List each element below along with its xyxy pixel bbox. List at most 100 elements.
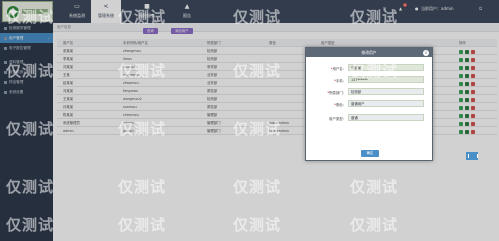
close-icon[interactable]: × xyxy=(423,49,429,56)
menu-icon xyxy=(4,60,7,64)
table-cell: superadmin xyxy=(269,129,290,133)
logout-icon[interactable]: ⏻ xyxy=(479,6,482,11)
view-icon[interactable] xyxy=(459,114,463,118)
notification-icon[interactable]: ✉ xyxy=(383,6,386,11)
current-user[interactable]: 当前用户：admin xyxy=(421,6,454,12)
edit-icon[interactable] xyxy=(465,90,469,94)
nav-report[interactable]: ▲ 报告 xyxy=(172,0,202,23)
view-icon[interactable] xyxy=(459,82,463,86)
table-cell: 系统管理员 xyxy=(63,121,80,125)
table-cell: superadmin xyxy=(269,121,290,125)
table-cell: 孙某某 xyxy=(63,105,74,109)
column-header: 手机号码/用户名 xyxy=(123,41,148,45)
menu-icon xyxy=(4,80,7,84)
phone-field[interactable]: 137****** xyxy=(348,76,424,83)
user-type-select[interactable]: 普通 xyxy=(348,114,424,121)
table-cell: 质检部 xyxy=(207,105,218,109)
table-cell: wangmou2 xyxy=(123,97,142,101)
view-icon[interactable] xyxy=(459,90,463,94)
edit-icon[interactable] xyxy=(465,114,469,118)
bell-icon[interactable]: ▲ xyxy=(399,6,402,11)
table-header: 用户名 手机号码/用户名 所属部门 角色 用户类型 操作 xyxy=(57,39,497,47)
sidebar-item-service[interactable]: 检测服务管理 xyxy=(0,23,53,33)
delete-icon[interactable] xyxy=(471,130,475,134)
edit-icon[interactable] xyxy=(465,106,469,110)
nav-label: 系统监测 xyxy=(69,13,85,18)
sidebar: 检测服务管理 用户管理 › 电子报告管理 资料管理 报告检测 样品管理 系统设置 xyxy=(0,23,53,241)
breadcrumb: 用户信息 xyxy=(53,23,499,32)
table-cell: limou xyxy=(123,57,133,61)
view-icon[interactable] xyxy=(459,106,463,110)
sidebar-item-report-check[interactable]: 报告检测 xyxy=(0,67,53,77)
grid-view-icon[interactable] xyxy=(466,152,478,160)
chevron-icon: › xyxy=(47,36,49,40)
user-avatar-icon[interactable]: ● xyxy=(415,6,419,11)
nav-management[interactable]: < 管理系统 xyxy=(91,0,121,23)
sidebar-item-settings[interactable]: 系统设置 xyxy=(0,87,53,97)
edit-icon[interactable] xyxy=(465,122,469,126)
delete-icon[interactable] xyxy=(471,66,475,70)
table-cell: admin xyxy=(63,129,74,133)
field-label: *手机： xyxy=(334,79,346,83)
sidebar-item-label: 系统设置 xyxy=(9,90,24,94)
edit-icon[interactable] xyxy=(465,58,469,62)
table-cell: fengmou xyxy=(123,89,139,93)
upload-icon: ▲ xyxy=(184,3,190,10)
role-select[interactable]: 普通用户 xyxy=(348,100,424,107)
edit-icon[interactable] xyxy=(465,50,469,54)
monitor-icon: ▭ xyxy=(74,3,80,10)
table-cell: liumou xyxy=(123,65,135,69)
table-cell: 王某某 xyxy=(63,97,74,101)
delete-icon[interactable] xyxy=(471,106,475,110)
delete-icon[interactable] xyxy=(471,58,475,62)
department-select[interactable]: 检测部 xyxy=(348,88,424,95)
edit-icon[interactable] xyxy=(465,66,469,70)
sidebar-item-docs[interactable]: 资料管理 xyxy=(0,57,53,67)
table-cell: 刘某某 xyxy=(63,65,74,69)
delete-icon[interactable] xyxy=(471,98,475,102)
search-button[interactable]: 查询 xyxy=(143,28,158,34)
view-icon[interactable] xyxy=(459,122,463,126)
flag-icon: ■ xyxy=(144,3,150,10)
view-icon[interactable] xyxy=(459,58,463,62)
form-row-type: 用户类型： 普通 xyxy=(310,114,428,122)
edit-icon[interactable] xyxy=(465,130,469,134)
delete-icon[interactable] xyxy=(471,74,475,78)
nav-system-monitor[interactable]: ▭ 系统监测 xyxy=(62,0,92,23)
sidebar-item-label: 检测服务管理 xyxy=(9,26,31,30)
delete-icon[interactable] xyxy=(471,90,475,94)
logo xyxy=(2,1,53,22)
delete-icon[interactable] xyxy=(471,50,475,54)
view-icon[interactable] xyxy=(459,98,463,102)
confirm-button[interactable]: 确定 xyxy=(361,150,379,157)
view-icon[interactable] xyxy=(459,66,463,70)
add-user-button[interactable]: 添加用户 xyxy=(171,28,193,34)
field-label: 用户类型： xyxy=(329,117,346,121)
sidebar-item-users[interactable]: 用户管理 › xyxy=(0,33,53,43)
user-area: ✉ ▲ 9 ● 当前用户：admin ⏻ xyxy=(383,3,493,16)
view-icon[interactable] xyxy=(459,130,463,134)
form-row-role: *角色： 普通用户 xyxy=(310,100,428,108)
sidebar-item-samples[interactable]: 样品管理 xyxy=(0,77,53,87)
table-cell: 采样部 xyxy=(207,65,218,69)
view-icon[interactable] xyxy=(459,74,463,78)
delete-icon[interactable] xyxy=(471,114,475,118)
table-cell: 管理部门 xyxy=(207,129,221,133)
edit-icon[interactable] xyxy=(465,82,469,86)
delete-icon[interactable] xyxy=(471,82,475,86)
edit-icon[interactable] xyxy=(465,74,469,78)
sidebar-item-label: 报告检测 xyxy=(9,70,24,74)
delete-icon[interactable] xyxy=(471,122,475,126)
view-icon[interactable] xyxy=(459,50,463,54)
nav-inspection[interactable]: ■ 报检服务 xyxy=(132,0,162,23)
form-row-phone: *手机： 137****** xyxy=(310,76,428,84)
edit-icon[interactable] xyxy=(465,98,469,102)
sidebar-item-ereport[interactable]: 电子报告管理 xyxy=(0,43,53,53)
table-cell: 业务部 xyxy=(207,81,218,85)
table-cell: admin xyxy=(123,121,134,125)
column-header: 用户名 xyxy=(63,41,74,45)
sidebar-item-label: 资料管理 xyxy=(9,60,24,64)
form-row-department: *所属部门： 检测部 xyxy=(310,88,428,96)
username-field[interactable]: 张某某 xyxy=(348,64,424,71)
column-header: 操作 xyxy=(459,41,466,45)
